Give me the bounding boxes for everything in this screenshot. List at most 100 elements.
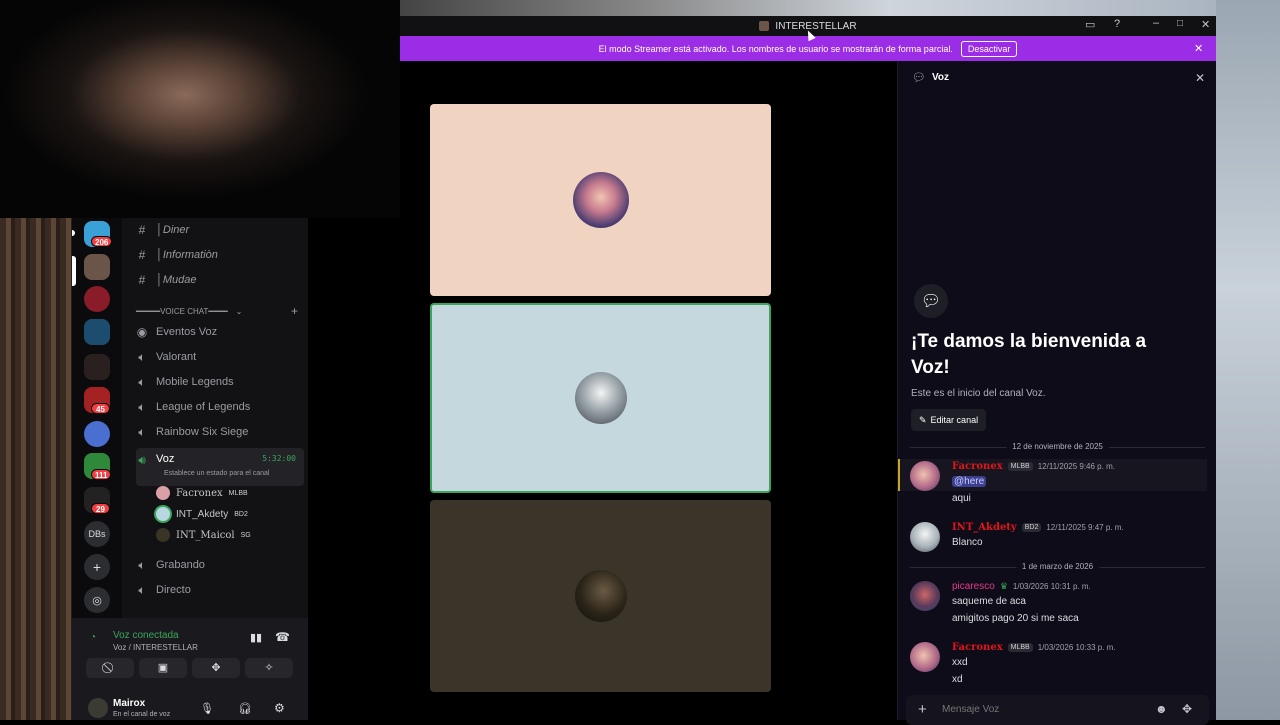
- screen-share-button[interactable]: ▣: [139, 658, 187, 678]
- avatar[interactable]: [910, 522, 940, 552]
- channel-diner[interactable]: # │Diner: [136, 219, 304, 241]
- channel-label: │Mudae: [156, 274, 197, 286]
- discord-sidebar: 206 45 111 29 DBs + ◎ # │Diner # │Informat…: [72, 218, 308, 720]
- date-divider: 12 de noviembre de 2025: [910, 442, 1205, 451]
- maximize-icon[interactable]: □: [1177, 18, 1183, 29]
- mention[interactable]: @here: [952, 476, 987, 487]
- apps-icon[interactable]: ✥: [1182, 702, 1192, 716]
- add-attachment-icon[interactable]: +: [918, 701, 927, 718]
- channel-valorant[interactable]: 🔈︎ Valorant: [136, 346, 304, 368]
- server-icon-text[interactable]: DBs: [84, 521, 110, 547]
- hash-icon: #: [138, 273, 146, 287]
- mention-badge: 206: [91, 236, 113, 247]
- activities-button[interactable]: ✥: [192, 658, 240, 678]
- voice-timer: 5:32:00: [262, 454, 296, 463]
- soundboard-button[interactable]: ✧: [245, 658, 293, 678]
- broadcast-icon: ◉: [136, 325, 148, 339]
- hash-icon: #: [138, 248, 146, 262]
- message-author[interactable]: INT_Akdety: [952, 522, 1017, 533]
- add-channel-icon[interactable]: +: [291, 304, 298, 318]
- server-unread-pill: [72, 230, 75, 236]
- video-tile-speaking[interactable]: [430, 303, 771, 493]
- background-curtain: [0, 218, 72, 720]
- noise-suppression-icon[interactable]: ▮▮: [250, 631, 262, 644]
- microphone-icon[interactable]: 🎙︎: [200, 702, 214, 715]
- hash-icon: #: [138, 223, 146, 237]
- channel-label: League of Legends: [156, 401, 251, 413]
- avatar[interactable]: [910, 461, 940, 491]
- welcome-title: ¡Te damos la bienvenida a Voz!: [911, 331, 1147, 378]
- message-author[interactable]: Facronex: [952, 461, 1003, 472]
- disconnect-icon[interactable]: ☎: [275, 630, 290, 644]
- close-icon[interactable]: ✕: [1194, 42, 1203, 55]
- server-icon[interactable]: [84, 319, 110, 345]
- add-server-icon[interactable]: +: [84, 554, 110, 580]
- chat-header-title: Voz: [932, 72, 950, 83]
- channel-mudae[interactable]: # │Mudae: [136, 269, 304, 291]
- speaker-icon: 🔈︎: [138, 349, 146, 364]
- server-icon[interactable]: [84, 286, 110, 312]
- category-voice-chat[interactable]: ━━━━━VOICE CHAT━━━━ ⌄ +: [136, 300, 304, 322]
- avatar[interactable]: [910, 642, 940, 672]
- camera-off-button[interactable]: ⃠: [86, 658, 134, 678]
- date-divider-label: 12 de noviembre de 2025: [1006, 442, 1109, 451]
- channel-grabando[interactable]: 🔈︎ Grabando: [136, 554, 304, 576]
- video-tile[interactable]: [430, 104, 771, 296]
- close-icon[interactable]: ✕: [1195, 71, 1205, 85]
- discover-icon[interactable]: ◎: [84, 587, 110, 613]
- streamer-banner-text: El modo Streamer está activado. Los nomb…: [598, 43, 953, 54]
- headphones-icon[interactable]: 🎧︎: [238, 702, 252, 715]
- message-author[interactable]: Facronex: [952, 642, 1003, 653]
- voice-member[interactable]: INT_Maicol SG: [156, 526, 251, 544]
- channel-status-hint[interactable]: Establece un estado para el canal: [164, 470, 269, 477]
- message-header: INT_Akdety BD2 12/11/2025 9:47 p. m.: [952, 522, 1124, 533]
- channel-league-of-legends[interactable]: 🔈︎ League of Legends: [136, 396, 304, 418]
- channel-eventos-voz[interactable]: ◉ Eventos Voz: [136, 321, 304, 343]
- welcome-subtitle: Este es el inicio del canal Voz.: [911, 388, 1046, 399]
- close-icon[interactable]: ✕: [1201, 18, 1210, 31]
- avatar[interactable]: [88, 698, 108, 718]
- chat-panel: 💬︎ Voz ✕ 💬︎ ¡Te damos la bienvenida a Vo…: [897, 61, 1216, 725]
- message-timestamp: 12/11/2025 9:46 p. m.: [1037, 462, 1115, 471]
- voice-member[interactable]: Facronex MLBB: [156, 484, 248, 502]
- window-title: INTERESTELLAR: [775, 20, 857, 32]
- chat-bubble-icon: 💬︎: [912, 72, 926, 84]
- avatar: [156, 528, 170, 542]
- message-author[interactable]: picaresco: [952, 581, 995, 592]
- avatar[interactable]: [910, 581, 940, 611]
- chevron-down-icon: ⌄: [235, 306, 243, 316]
- channel-label: Valorant: [156, 351, 197, 363]
- channel-label: Mobile Legends: [156, 376, 234, 388]
- channel-label: Directo: [156, 584, 191, 596]
- minimize-icon[interactable]: –: [1153, 17, 1159, 29]
- gear-icon[interactable]: ⚙: [274, 701, 285, 715]
- channel-directo[interactable]: 🔈︎ Directo: [136, 579, 304, 601]
- chat-bubble-icon: 💬︎: [914, 284, 948, 318]
- edit-channel-button[interactable]: ✎ Editar canal: [911, 409, 987, 431]
- channel-label: │Diner: [156, 224, 190, 236]
- disable-streamer-button[interactable]: Desactivar: [960, 40, 1018, 57]
- emoji-icon[interactable]: ☻: [1155, 702, 1168, 716]
- message-input[interactable]: [942, 701, 1142, 717]
- voice-location[interactable]: Voz / INTERESTELLAR: [113, 643, 198, 652]
- server-icon[interactable]: [84, 421, 110, 447]
- badge-icon: ♛: [999, 581, 1008, 591]
- channel-mobile-legends[interactable]: 🔈︎ Mobile Legends: [136, 371, 304, 393]
- channel-voz-active[interactable]: 🔊︎ Voz 5:32:00 Establece un estado para …: [136, 448, 304, 486]
- inbox-icon[interactable]: ▭: [1085, 18, 1095, 31]
- voice-member[interactable]: INT_Akdety BD2: [156, 505, 248, 523]
- channel-rainbow-six-siege[interactable]: 🔈︎ Rainbow Six Siege: [136, 421, 304, 443]
- avatar: [156, 486, 170, 500]
- message-timestamp: 1/03/2026 10:33 p. m.: [1037, 643, 1116, 652]
- speaker-icon: 🔈︎: [138, 374, 146, 389]
- server-icon[interactable]: [84, 254, 110, 280]
- channel-information[interactable]: # │Informatiòn: [136, 244, 304, 266]
- help-icon[interactable]: ?: [1114, 18, 1120, 30]
- server-selected-pill: [72, 256, 76, 286]
- server-icon[interactable]: [84, 354, 110, 380]
- video-tile[interactable]: [430, 500, 771, 692]
- speaker-icon: 🔈︎: [138, 399, 146, 414]
- pencil-icon: ✎: [919, 414, 927, 425]
- user-status: En el canal de voz: [113, 711, 171, 718]
- author-tag: MLBB: [1007, 462, 1033, 471]
